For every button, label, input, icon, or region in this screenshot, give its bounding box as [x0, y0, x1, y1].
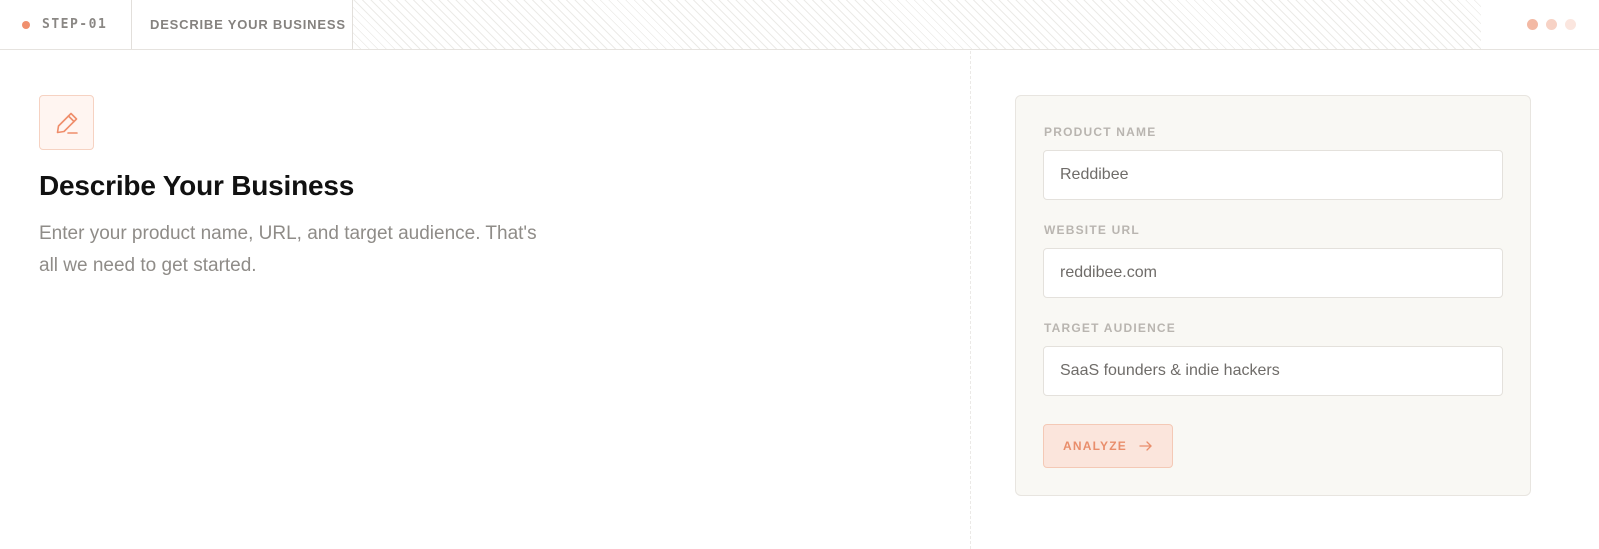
page-title: Describe Your Business	[39, 170, 355, 201]
step-dot	[22, 20, 30, 29]
step-indicator: STEP-01	[0, 0, 132, 49]
pencil-icon	[56, 112, 78, 134]
website-url-input[interactable]	[1043, 248, 1503, 298]
target-audience-label: TARGET AUDIENCE	[1044, 321, 1176, 335]
page-description: Enter your product name, URL, and target…	[39, 223, 537, 276]
business-form-card: PRODUCT NAME WEBSITE URL TARGET AUDIENCE…	[1015, 95, 1531, 496]
analyze-button[interactable]: ANALYZE	[1043, 424, 1173, 468]
header-bar: STEP-01 DESCRIBE YOUR BUSINESS	[0, 0, 1599, 50]
page: STEP-01 DESCRIBE YOUR BUSINESS Describe …	[0, 0, 1599, 549]
window-dot-1	[1527, 19, 1538, 30]
analyze-button-label: ANALYZE	[1063, 439, 1127, 453]
arrow-right-icon	[1139, 441, 1152, 451]
header-hatch-pattern	[353, 0, 1481, 49]
window-dots	[1481, 0, 1599, 49]
product-name-label: PRODUCT NAME	[1044, 125, 1157, 139]
product-name-input[interactable]	[1043, 150, 1503, 200]
pencil-icon-box	[39, 95, 94, 150]
window-dot-3	[1565, 19, 1576, 30]
step-label: STEP-01	[42, 17, 108, 32]
window-dot-2	[1546, 19, 1557, 30]
website-url-label: WEBSITE URL	[1044, 223, 1140, 237]
target-audience-input[interactable]	[1043, 346, 1503, 396]
column-divider	[970, 51, 971, 549]
section-title-tab: DESCRIBE YOUR BUSINESS	[132, 0, 353, 49]
